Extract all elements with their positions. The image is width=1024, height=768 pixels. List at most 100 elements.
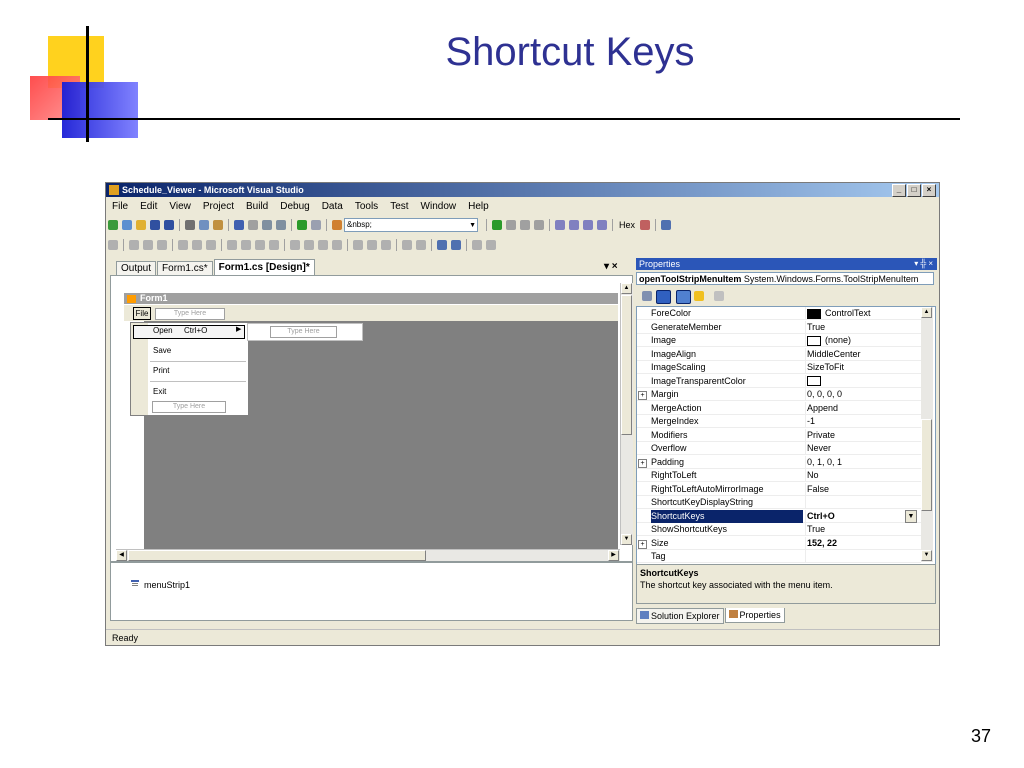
paste-icon[interactable] [213,220,223,230]
tab-form1-design[interactable]: Form1.cs [Design]* [213,259,315,275]
property-row[interactable]: + Size 152, 22 [637,536,921,550]
align-lefts-icon[interactable] [129,240,139,250]
tab-order-icon[interactable] [472,240,482,250]
alphabetical-icon[interactable] [656,290,671,304]
property-row[interactable]: Image (none) [637,334,921,347]
property-row[interactable]: ShortcutKeyDisplayString [637,496,921,509]
windows-icon[interactable] [661,220,672,230]
close-button[interactable]: × [922,184,936,197]
property-value[interactable] [807,375,921,388]
form-menu-file[interactable]: File [133,307,151,320]
tab-output[interactable]: Output [116,261,157,275]
horizontal-spacing-icon[interactable] [290,240,300,250]
make-same-size-icon[interactable] [269,240,279,250]
remove-horizontal-spacing-icon[interactable] [332,240,342,250]
designer-horizontal-scrollbar[interactable]: ◀ ▶ [116,549,620,561]
menu-test[interactable]: Test [384,198,414,215]
solution-config-icon[interactable] [311,220,321,230]
tab-solution-explorer[interactable]: Solution Explorer [636,608,724,624]
property-value[interactable]: False [807,483,921,496]
navigate-backward-icon[interactable] [262,220,272,230]
redo-icon[interactable] [248,220,258,230]
make-same-height-icon[interactable] [255,240,265,250]
cut-icon[interactable] [185,220,195,230]
expand-icon[interactable]: + [638,391,647,400]
property-value[interactable]: SizeToFit [807,361,921,374]
scroll-left-icon[interactable]: ◀ [116,550,127,561]
dropdown-item-open[interactable]: Open [153,326,173,335]
property-value[interactable]: True [807,523,921,536]
property-row[interactable]: ImageScaling SizeToFit [637,361,921,374]
add-item-icon[interactable] [122,220,132,230]
scroll-up-icon[interactable]: ▲ [921,307,932,318]
maximize-button[interactable]: □ [907,184,921,197]
save-icon[interactable] [150,220,160,230]
property-row[interactable]: MergeAction Append [637,401,921,415]
find-icon[interactable] [332,220,342,230]
scroll-thumb[interactable] [621,295,632,435]
make-same-width-icon[interactable] [227,240,237,250]
center-vertically-icon[interactable] [416,240,426,250]
menu-file[interactable]: File [106,198,134,215]
scroll-thumb[interactable] [921,419,932,511]
pause-icon[interactable] [506,220,516,230]
menu-window[interactable]: Window [415,198,463,215]
property-row[interactable]: Overflow Never [637,442,921,455]
size-to-grid-icon[interactable] [241,240,251,250]
stop-icon[interactable] [520,220,530,230]
object-selector[interactable]: openToolStripMenuItem System.Windows.For… [636,272,934,285]
vertical-spacing-icon[interactable] [353,240,363,250]
menu-view[interactable]: View [163,198,197,215]
property-value[interactable]: Ctrl+O ▼ [807,509,921,523]
property-value[interactable]: 0, 0, 0, 0 [807,388,921,401]
increase-vertical-spacing-icon[interactable] [367,240,377,250]
find-combobox[interactable]: &nbsp; ▼ [344,218,478,232]
menu-build[interactable]: Build [240,198,274,215]
property-row[interactable]: RightToLeft No [637,469,921,482]
events-icon[interactable] [694,291,704,301]
panel-controls-icon[interactable]: ▾ ╬ × [914,258,933,270]
restart-icon[interactable] [534,220,544,230]
menu-project[interactable]: Project [197,198,240,215]
align-rights-icon[interactable] [157,240,167,250]
step-into-icon[interactable] [569,220,579,230]
dropdown-item-save[interactable]: Save [153,346,171,355]
property-row[interactable]: + Margin 0, 0, 0, 0 [637,388,921,401]
scroll-down-icon[interactable]: ▼ [621,534,632,545]
decrease-horizontal-spacing-icon[interactable] [318,240,328,250]
dropdown-type-here[interactable]: Type Here [152,401,226,413]
tray-item-menustrip[interactable]: menuStrip1 [144,580,190,590]
property-row[interactable]: MergeIndex -1 [637,415,921,428]
menustrip-type-here[interactable]: Type Here [155,308,225,320]
align-to-grid-icon[interactable] [108,240,118,250]
scroll-up-icon[interactable]: ▲ [621,283,632,294]
property-value[interactable]: -1 [807,415,921,428]
new-project-icon[interactable] [108,220,118,230]
property-row[interactable]: + Padding 0, 1, 0, 1 [637,455,921,469]
property-row[interactable]: RightToLeftAutoMirrorImage False [637,482,921,496]
property-value[interactable]: MiddleCenter [807,348,921,361]
step-over-icon[interactable] [583,220,593,230]
menu-help[interactable]: Help [462,198,495,215]
dropdown-item-print[interactable]: Print [153,366,169,375]
navigate-forward-icon[interactable] [276,220,286,230]
property-value[interactable]: (none) [807,334,921,347]
property-value[interactable]: Private [807,429,921,442]
show-next-statement-icon[interactable] [555,220,565,230]
start-debugging-icon[interactable] [297,220,307,230]
property-row[interactable]: GenerateMember True [637,320,921,334]
copy-icon[interactable] [199,220,209,230]
property-value[interactable]: 152, 22 [807,537,921,550]
form-titlebar[interactable]: Form1 [124,293,618,304]
send-to-back-icon[interactable] [451,240,461,250]
align-bottoms-icon[interactable] [206,240,216,250]
property-value[interactable]: 0, 1, 0, 1 [807,456,921,469]
tab-properties[interactable]: Properties [724,608,785,623]
menu-tools[interactable]: Tools [349,198,384,215]
hex-toggle[interactable]: Hex [619,220,635,230]
align-middles-icon[interactable] [192,240,202,250]
submenu-type-here[interactable]: Type Here [270,326,337,338]
dropdown-item-exit[interactable]: Exit [153,387,166,396]
scroll-right-icon[interactable]: ▶ [608,550,619,561]
menu-edit[interactable]: Edit [134,198,163,215]
